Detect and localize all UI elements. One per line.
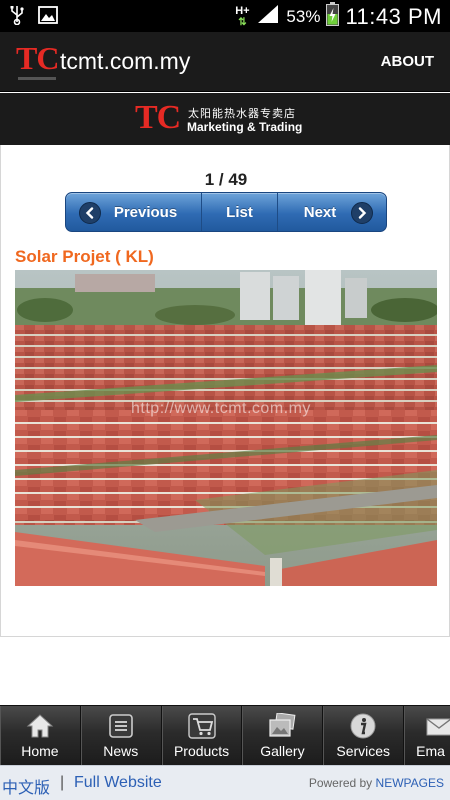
nav-email-label: Ema [416,743,445,759]
cart-icon [187,713,216,744]
nav-products[interactable]: Products [162,706,243,766]
battery-percent: 53% [286,6,321,26]
screen: H+ ⇅ 53% 11:43 PM TC tcmt.com.my ABOUT TC… [0,0,450,800]
next-button[interactable]: Next [278,193,386,231]
arrow-left-icon [79,202,101,224]
project-photo[interactable]: http://www.tcmt.com.my [15,270,437,586]
footer-separator: | [60,774,65,791]
site-header: TC tcmt.com.my ABOUT [0,32,450,92]
nav-home[interactable]: Home [0,706,81,766]
battery-charging-icon [326,2,340,31]
nav-products-label: Products [173,743,230,759]
list-label: List [226,203,253,221]
home-icon [26,713,54,744]
clock: 11:43 PM [345,3,442,29]
powered-by-label: Powered by [308,776,373,790]
photo-title: Solar Projet ( KL) [15,247,154,266]
news-icon [108,713,134,744]
previous-button[interactable]: Previous [66,193,202,231]
banner-chinese-text: 太阳能热水器专卖店 [188,108,296,120]
bottom-nav: Home News Products Gallery Services Ema [0,705,450,766]
status-bar: H+ ⇅ 53% 11:43 PM [0,0,450,32]
logo-underline [18,77,56,80]
newpages-link[interactable]: NEWPAGES [376,776,444,790]
list-button[interactable]: List [202,193,278,231]
nav-home-label: Home [21,743,59,759]
arrow-right-icon [351,202,373,224]
nav-gallery-label: Gallery [260,743,305,759]
banner-logo: TC [135,99,181,136]
site-footer: 中文版 | Full Website Powered by NEWPAGES [0,765,450,800]
network-type: H+ ⇅ [235,4,250,28]
nav-email[interactable]: Ema [404,706,450,766]
next-label: Next [303,203,337,221]
page-counter: 1 / 49 [204,170,248,189]
gallery-nav-buttons: Previous List Next [65,192,387,232]
nav-news-label: News [103,743,139,759]
previous-label: Previous [113,203,178,221]
usb-icon [10,5,24,30]
nav-services[interactable]: Services [323,706,405,766]
nav-services-label: Services [336,743,391,759]
nav-news[interactable]: News [81,706,162,766]
chinese-version-link[interactable]: 中文版 [2,774,50,798]
site-logo[interactable]: TC [16,42,59,74]
brand-banner: TC 太阳能热水器专卖店 Marketing & Trading [0,93,450,145]
signal-icon [256,3,280,30]
image-icon [38,6,58,29]
nav-gallery[interactable]: Gallery [242,706,324,766]
banner-english-text: Marketing & Trading [187,120,303,134]
info-icon [350,713,376,744]
gallery-icon [267,712,297,744]
full-website-link[interactable]: Full Website [74,774,162,792]
photo-watermark: http://www.tcmt.com.my [131,400,311,417]
about-link[interactable]: ABOUT [381,53,434,70]
site-name[interactable]: tcmt.com.my [60,48,190,75]
mail-icon [426,713,450,744]
gallery-content: 1 / 49 Previous List Next Solar Projet (… [0,145,450,637]
powered-by-text: Powered by NEWPAGES [309,776,444,790]
